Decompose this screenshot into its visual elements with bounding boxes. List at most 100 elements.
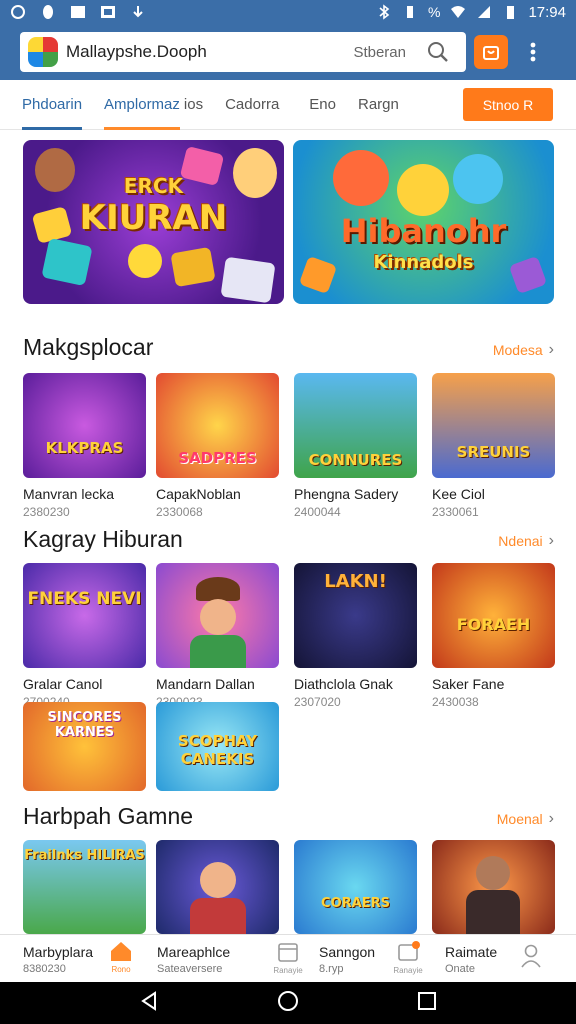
- calendar-icon[interactable]: [274, 940, 302, 969]
- tab-amplormaz-label: Amplormaz: [104, 96, 180, 113]
- signal-icon: [476, 4, 492, 20]
- chevron-right-icon: ›: [548, 810, 554, 827]
- section-2-more-label: Ndenai: [498, 533, 543, 549]
- message-icon[interactable]: [395, 940, 423, 969]
- game-card[interactable]: LAKN! Diathclola Gnak 2307020: [294, 563, 417, 709]
- battery-icon: [502, 4, 518, 20]
- game-subtitle: 2400044: [294, 505, 341, 519]
- game-card[interactable]: Frailnks HILIRAS: [23, 840, 146, 934]
- game-thumbnail: CORAERS: [294, 840, 417, 934]
- game-title: Kee Ciol: [432, 486, 485, 502]
- game-card[interactable]: CORAERS: [294, 840, 417, 934]
- section-1-more-link[interactable]: Modesa ›: [493, 341, 554, 359]
- bottom-nav-left-title[interactable]: Marbyplara: [23, 944, 93, 960]
- game-card[interactable]: SCOPHAY CANEKIS: [156, 702, 279, 791]
- promo-button[interactable]: Stnoo R: [463, 88, 553, 121]
- game-card[interactable]: SINCORES KARNES: [23, 702, 146, 791]
- search-label[interactable]: Stberan: [353, 44, 406, 61]
- clock: 17:94: [528, 3, 566, 21]
- image-status-icon: [70, 4, 86, 20]
- section-3-more-link[interactable]: Moenal ›: [497, 810, 554, 828]
- bottom-nav-mid-sub: Sateaversere: [157, 963, 223, 975]
- bottom-nav-seancon-title[interactable]: Sanngon: [319, 944, 375, 960]
- tab-phdoarin[interactable]: Phdoarin: [22, 80, 83, 130]
- wifi-icon: [450, 4, 466, 20]
- tab-rargn[interactable]: Rargn: [358, 80, 399, 130]
- game-thumbnail: FNEKS NEVI: [23, 563, 146, 668]
- back-icon[interactable]: [138, 990, 160, 1017]
- banner-decor: [41, 237, 93, 287]
- chevron-right-icon: ›: [548, 532, 554, 549]
- game-thumbnail: SCOPHAY CANEKIS: [156, 702, 279, 791]
- vibrate-icon: [402, 4, 418, 20]
- chevron-right-icon: ›: [548, 341, 554, 358]
- app-status-icon: [40, 4, 56, 20]
- cart-button[interactable]: [474, 35, 508, 69]
- game-card[interactable]: [432, 840, 555, 934]
- game-subtitle: 2430038: [432, 695, 479, 709]
- game-title: Gralar Canol: [23, 676, 103, 692]
- game-card[interactable]: SREUNIS Kee Ciol 2330061: [432, 373, 555, 519]
- game-card[interactable]: FNEKS NEVI Gralar Canol 2700240: [23, 563, 146, 709]
- download-status-icon: [130, 4, 146, 20]
- thumb-label: FNEKS NEVI: [27, 589, 142, 609]
- search-icon[interactable]: [418, 32, 458, 72]
- bottom-nav-right-title[interactable]: Raimate: [445, 944, 497, 960]
- game-card[interactable]: [156, 840, 279, 934]
- tab-cadorra[interactable]: Cadorra: [225, 80, 279, 130]
- game-title: CapakNoblan: [156, 486, 241, 502]
- settings-status-icon: [10, 4, 26, 20]
- section-2-more-link[interactable]: Ndenai ›: [498, 532, 554, 550]
- tab-eno[interactable]: Eno: [309, 80, 336, 130]
- game-card[interactable]: CONNURES Phengna Sadery 2400044: [294, 373, 417, 519]
- game-thumbnail: SREUNIS: [432, 373, 555, 478]
- thumb-label: CORAERS: [321, 896, 390, 911]
- banner-2-subtitle: Kinnadols: [373, 252, 474, 273]
- address-search-bar[interactable]: Mallaypshe.Dooph Stberan: [20, 32, 466, 72]
- game-thumbnail: LAKN!: [294, 563, 417, 668]
- recents-icon[interactable]: [416, 990, 438, 1017]
- character-decor: [190, 898, 246, 934]
- game-card[interactable]: FORAEH Saker Fane 2430038: [432, 563, 555, 709]
- profile-icon[interactable]: [517, 943, 545, 974]
- site-title: Mallaypshe.Dooph: [66, 42, 207, 61]
- bottom-nav-seancon-sub: 8.ryp: [319, 963, 344, 975]
- more-options-icon[interactable]: [518, 32, 548, 72]
- tab-amplormaz[interactable]: Amplormaz: [104, 80, 180, 130]
- game-card[interactable]: KLKPRAS Manvran lecka 2380230: [23, 373, 146, 519]
- thumb-label: SADPRES: [178, 449, 257, 467]
- game-subtitle: 2330068: [156, 505, 203, 519]
- bottom-nav-right-sub: Onate: [445, 963, 475, 975]
- character-decor: [476, 856, 510, 890]
- banner-character: [453, 154, 503, 204]
- tab-ios[interactable]: ios: [184, 80, 203, 130]
- game-thumbnail: CONNURES: [294, 373, 417, 478]
- featured-banner-1[interactable]: ERCK KIURAN: [23, 140, 284, 304]
- messages-label: Ranayie: [393, 966, 423, 975]
- game-card[interactable]: Mandarn Dallan 2300023: [156, 563, 279, 709]
- game-card[interactable]: SADPRES CapakNoblan 2330068: [156, 373, 279, 519]
- home-icon[interactable]: [107, 939, 135, 968]
- game-thumbnail: SADPRES: [156, 373, 279, 478]
- section-title-3: Harbpah Gamne: [23, 803, 194, 829]
- banner-decor: [220, 256, 276, 304]
- category-tabs: Phdoarin Amplormaz ios Cadorra Eno Rargn…: [0, 80, 576, 130]
- game-thumbnail: KLKPRAS: [23, 373, 146, 478]
- game-title: Mandarn Dallan: [156, 676, 255, 692]
- banner-1-title: KIURAN: [79, 198, 228, 238]
- character-decor: [190, 635, 246, 668]
- game-title: Saker Fane: [432, 676, 505, 692]
- banner-decor: [128, 244, 162, 278]
- game-thumbnail: [432, 840, 555, 934]
- game-subtitle: 2380230: [23, 505, 70, 519]
- character-decor: [200, 862, 236, 898]
- game-title: Manvran lecka: [23, 486, 115, 502]
- bottom-nav-mid-title[interactable]: Mareaphlce: [157, 944, 230, 960]
- banner-decor: [170, 246, 216, 288]
- thumb-label: KLKPRAS: [45, 439, 124, 457]
- featured-banner-2[interactable]: Hibanohr Kinnadols: [293, 140, 554, 304]
- home-circle-icon[interactable]: [276, 989, 300, 1018]
- battery-percent-text: %: [428, 4, 441, 20]
- game-subtitle: 2307020: [294, 695, 341, 709]
- game-thumbnail: [156, 563, 279, 668]
